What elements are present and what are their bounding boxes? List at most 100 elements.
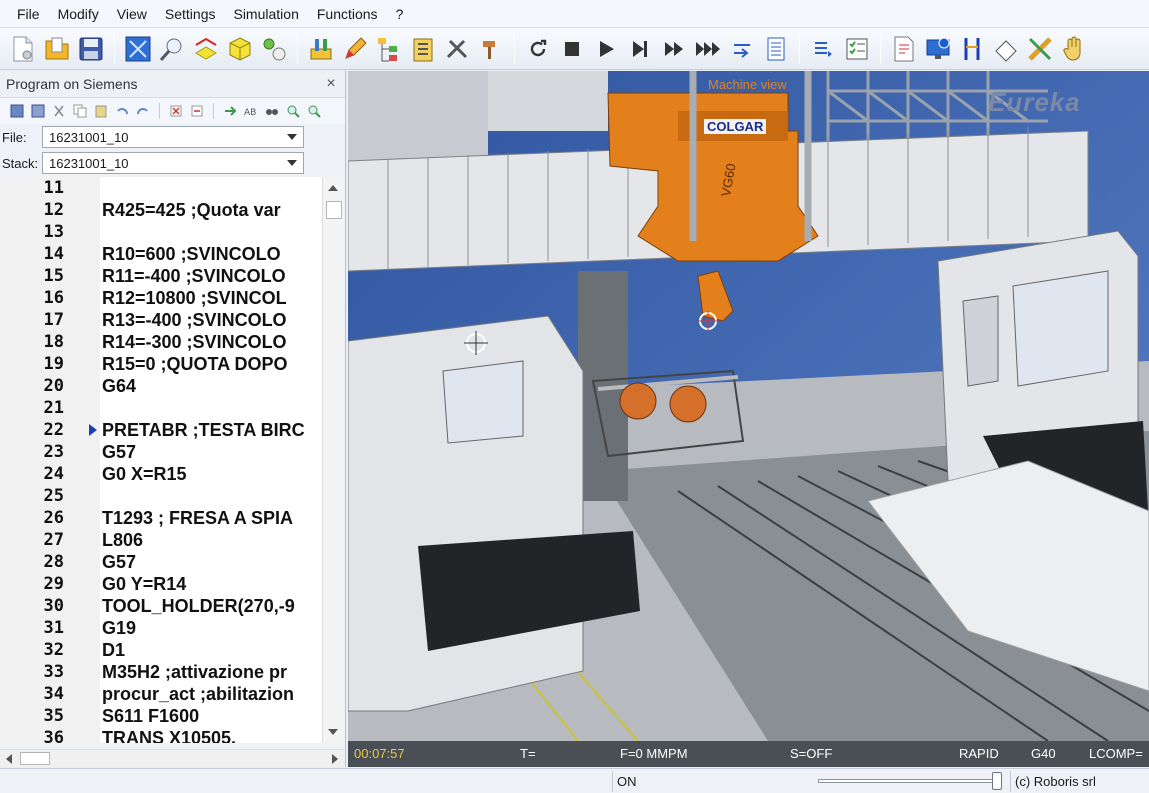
monitor-info-icon[interactable] bbox=[923, 33, 953, 65]
line-text: L806 bbox=[102, 530, 144, 550]
reset-icon[interactable] bbox=[523, 33, 553, 65]
speed-slider[interactable] bbox=[818, 779, 998, 783]
code-line[interactable]: 14 R10=600 ;SVINCOLO bbox=[0, 243, 322, 265]
code-line[interactable]: 29 G0 Y=R14 bbox=[0, 573, 322, 595]
code-line[interactable]: 23 G57 bbox=[0, 441, 322, 463]
code-line[interactable]: 16 R12=10800 ;SVINCOL bbox=[0, 287, 322, 309]
code-line[interactable]: 12 R425=425 ;Quota var bbox=[0, 199, 322, 221]
code-line[interactable]: 20 G64 bbox=[0, 375, 322, 397]
code-line[interactable]: 26 T1293 ; FRESA A SPIA bbox=[0, 507, 322, 529]
calipers-icon[interactable] bbox=[957, 33, 987, 65]
list-icon[interactable] bbox=[761, 33, 791, 65]
components-icon[interactable] bbox=[259, 33, 289, 65]
code-line[interactable]: 25 bbox=[0, 485, 322, 507]
list-right-icon[interactable] bbox=[808, 33, 838, 65]
spindle-status: S=OFF bbox=[790, 746, 833, 761]
menu-modify[interactable]: Modify bbox=[49, 0, 108, 28]
code-line[interactable]: 19 R15=0 ;QUOTA DOPO bbox=[0, 353, 322, 375]
machine-view-viewport[interactable]: Machine view Eureka COLGAR VG60 00:07:57… bbox=[348, 71, 1149, 767]
zoom-icon[interactable] bbox=[157, 33, 187, 65]
cut-icon[interactable] bbox=[50, 102, 68, 120]
toolbar-separator bbox=[114, 33, 115, 64]
horizontal-scrollbar[interactable] bbox=[0, 749, 344, 767]
code-line[interactable]: 22 PRETABR ;TESTA BIRC bbox=[0, 419, 322, 441]
scroll-up-icon[interactable] bbox=[328, 185, 338, 191]
paste-icon[interactable] bbox=[92, 102, 110, 120]
save-as-icon[interactable] bbox=[29, 102, 47, 120]
line-text: G57 bbox=[102, 442, 137, 462]
scroll-down-icon[interactable] bbox=[328, 729, 338, 735]
code-line[interactable]: 13 bbox=[0, 221, 322, 243]
code-line[interactable]: 11 bbox=[0, 177, 322, 199]
menu-simulation[interactable]: Simulation bbox=[224, 0, 307, 28]
line-text: S611 F1600 bbox=[102, 706, 200, 726]
menu-help[interactable]: ? bbox=[387, 0, 413, 28]
save-icon[interactable] bbox=[8, 102, 26, 120]
line-text: R13=-400 ;SVINCOLO bbox=[102, 310, 287, 330]
zoom-in-icon[interactable] bbox=[284, 102, 302, 120]
scroll-right-icon[interactable] bbox=[332, 754, 338, 764]
code-line[interactable]: 33 M35H2 ;attivazione pr bbox=[0, 661, 322, 683]
edit-icon[interactable] bbox=[340, 33, 370, 65]
fastest-icon[interactable] bbox=[693, 33, 723, 65]
zoom-out-icon[interactable] bbox=[305, 102, 323, 120]
replace-icon[interactable]: AB bbox=[242, 102, 260, 120]
code-line[interactable]: 17 R13=-400 ;SVINCOLO bbox=[0, 309, 322, 331]
find-icon[interactable] bbox=[263, 102, 281, 120]
speed-slider-thumb[interactable] bbox=[992, 772, 1002, 790]
code-line[interactable]: 30 TOOL_HOLDER(270,-9 bbox=[0, 595, 322, 617]
step-icon[interactable] bbox=[625, 33, 655, 65]
menu-functions[interactable]: Functions bbox=[308, 0, 387, 28]
report-icon[interactable] bbox=[889, 33, 919, 65]
hand-icon[interactable] bbox=[1059, 33, 1089, 65]
tree-icon[interactable] bbox=[374, 33, 404, 65]
code-line[interactable]: 31 G19 bbox=[0, 617, 322, 639]
scroll-thumb[interactable] bbox=[326, 201, 342, 219]
copy-icon[interactable] bbox=[71, 102, 89, 120]
code-line[interactable]: 27 L806 bbox=[0, 529, 322, 551]
menu-settings[interactable]: Settings bbox=[156, 0, 225, 28]
jump-icon[interactable] bbox=[727, 33, 757, 65]
play-icon[interactable] bbox=[591, 33, 621, 65]
save-icon[interactable] bbox=[76, 33, 106, 65]
redo-icon[interactable] bbox=[134, 102, 152, 120]
code-line[interactable]: 21 bbox=[0, 397, 322, 419]
delete-line-icon[interactable] bbox=[167, 102, 185, 120]
line-text: M35H2 ;attivazione pr bbox=[102, 662, 288, 682]
menu-file[interactable]: File bbox=[8, 0, 49, 28]
cube-view-icon[interactable] bbox=[225, 33, 255, 65]
code-line[interactable]: 24 G0 X=R15 bbox=[0, 463, 322, 485]
pencil-ruler-icon[interactable] bbox=[1025, 33, 1055, 65]
fast-forward-icon[interactable] bbox=[659, 33, 689, 65]
tools-icon[interactable] bbox=[442, 33, 472, 65]
code-line[interactable]: 32 D1 bbox=[0, 639, 322, 661]
vertical-scrollbar[interactable] bbox=[322, 177, 344, 743]
open-folder-icon[interactable] bbox=[42, 33, 72, 65]
file-select[interactable]: 16231001_10 bbox=[42, 126, 304, 148]
clipboard-icon[interactable] bbox=[408, 33, 438, 65]
fit-view-icon[interactable] bbox=[123, 33, 153, 65]
section-icon[interactable] bbox=[191, 33, 221, 65]
code-line[interactable]: 34 procur_act ;abilitazion bbox=[0, 683, 322, 705]
code-line[interactable]: 28 G57 bbox=[0, 551, 322, 573]
line-text: G0 X=R15 bbox=[102, 464, 187, 484]
scroll-thumb[interactable] bbox=[20, 752, 50, 765]
eraser-icon[interactable] bbox=[991, 33, 1021, 65]
close-icon[interactable]: × bbox=[323, 75, 339, 93]
code-line[interactable]: 15 R11=-400 ;SVINCOLO bbox=[0, 265, 322, 287]
code-line[interactable]: 35 S611 F1600 bbox=[0, 705, 322, 727]
checklist-icon[interactable] bbox=[842, 33, 872, 65]
clear-icon[interactable] bbox=[188, 102, 206, 120]
insert-icon[interactable] bbox=[221, 102, 239, 120]
stop-icon[interactable] bbox=[557, 33, 587, 65]
code-line[interactable]: 36 TRANS X10505. bbox=[0, 727, 322, 743]
hammer-icon[interactable] bbox=[476, 33, 506, 65]
code-line[interactable]: 18 R14=-300 ;SVINCOLO bbox=[0, 331, 322, 353]
program-code-editor[interactable]: 11 12 R425=425 ;Quota var 13 14 R10=600 ;SVIN… bbox=[0, 177, 322, 743]
tooling-icon[interactable] bbox=[306, 33, 336, 65]
undo-icon[interactable] bbox=[113, 102, 131, 120]
stack-select[interactable]: 16231001_10 bbox=[42, 152, 304, 174]
menu-view[interactable]: View bbox=[108, 0, 156, 28]
scroll-left-icon[interactable] bbox=[6, 754, 12, 764]
new-file-icon[interactable] bbox=[8, 33, 38, 65]
